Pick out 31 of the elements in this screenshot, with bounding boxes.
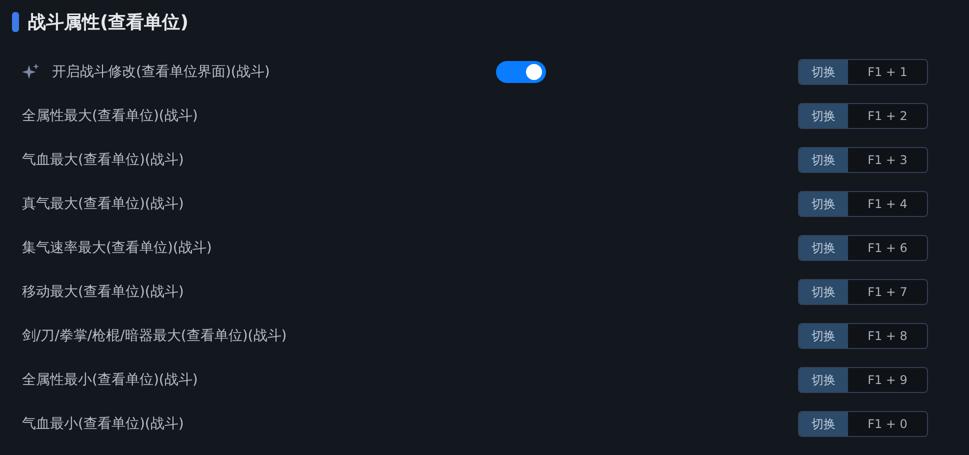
option-label: 剑/刀/拳掌/枪棍/暗器最大(查看单位)(战斗)	[22, 327, 287, 345]
toggle-switch[interactable]	[496, 61, 546, 83]
toggle-hotkey-button[interactable]: 切换	[799, 148, 848, 172]
option-label: 真气最大(查看单位)(战斗)	[22, 195, 184, 213]
hotkey-text: F1 + 0	[866, 416, 908, 433]
toggle-hotkey-button[interactable]: 切换	[799, 368, 848, 392]
hotkey-text: F1 + 8	[866, 328, 908, 345]
toggle-hotkey-button[interactable]: 切换	[799, 192, 848, 216]
hotkey-text: F1 + 9	[866, 372, 908, 389]
toggle-hotkey-button[interactable]: 切换	[799, 60, 848, 84]
hotkey-text: F1 + 1	[866, 64, 908, 81]
hotkey-text: F1 + 2	[866, 108, 908, 125]
accent-bar	[12, 12, 19, 32]
option-label: 移动最大(查看单位)(战斗)	[22, 283, 184, 301]
hotkey-text: F1 + 7	[866, 284, 908, 301]
option-label: 开启战斗修改(查看单位界面)(战斗)	[52, 63, 270, 81]
option-label: 气血最大(查看单位)(战斗)	[22, 151, 184, 169]
toggle-hotkey-button[interactable]: 切换	[799, 324, 848, 348]
option-label: 集气速率最大(查看单位)(战斗)	[22, 239, 212, 257]
section-title: 战斗属性(查看单位)	[28, 11, 188, 34]
option-label: 气血最小(查看单位)(战斗)	[22, 415, 184, 433]
sparkle-icon	[22, 63, 40, 81]
option-label: 全属性最小(查看单位)(战斗)	[22, 371, 198, 389]
toggle-hotkey-button[interactable]: 切换	[799, 104, 848, 128]
hotkey-text: F1 + 3	[866, 152, 908, 169]
hotkey-text: F1 + 4	[866, 196, 908, 213]
toggle-hotkey-button[interactable]: 切换	[799, 412, 848, 436]
hotkey-text: F1 + 6	[866, 240, 908, 257]
toggle-hotkey-button[interactable]: 切换	[799, 280, 848, 304]
toggle-hotkey-button[interactable]: 切换	[799, 236, 848, 260]
option-label: 全属性最大(查看单位)(战斗)	[22, 107, 198, 125]
